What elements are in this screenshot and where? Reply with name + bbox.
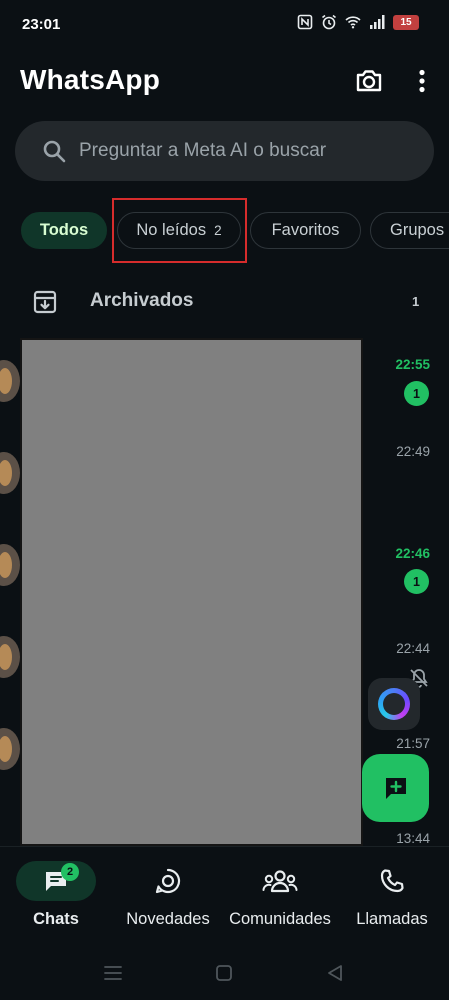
- nav-label: Chats: [33, 910, 79, 928]
- recent-apps-icon[interactable]: [102, 963, 124, 983]
- nav-label: Comunidades: [229, 910, 331, 928]
- nav-item-comunidades[interactable]: Comunidades: [224, 847, 336, 947]
- chat-time: 22:44: [396, 641, 430, 656]
- chip-label: Grupos: [390, 221, 445, 239]
- nav-item-chats[interactable]: 2 Chats: [16, 847, 96, 947]
- system-nav: [0, 946, 449, 1000]
- meta-ai-icon: [378, 688, 410, 720]
- wifi-icon: [345, 16, 361, 29]
- nav-label: Llamadas: [356, 910, 428, 928]
- nav-icon-wrap: [352, 861, 432, 901]
- nav-label: Novedades: [126, 910, 210, 928]
- updates-icon: [155, 868, 181, 894]
- signal-icon: [370, 15, 385, 29]
- archived-label: Archivados: [90, 290, 194, 311]
- home-icon[interactable]: [213, 963, 235, 983]
- avatar: [0, 636, 20, 678]
- new-chat-icon: [385, 778, 406, 799]
- phone-icon: [380, 869, 404, 893]
- avatar: [0, 544, 20, 586]
- archive-icon: [33, 290, 57, 314]
- avatar: [0, 452, 20, 494]
- status-time: 23:01: [22, 16, 61, 33]
- avatar: [0, 360, 20, 402]
- filter-chips: Todos No leídos 2 Favoritos Grupos: [20, 212, 449, 252]
- nav-item-llamadas[interactable]: Llamadas: [349, 847, 435, 947]
- meta-ai-button[interactable]: [368, 678, 420, 730]
- battery-icon: 15: [393, 14, 419, 30]
- search-bar[interactable]: Preguntar a Meta AI o buscar: [15, 121, 434, 181]
- app-title: WhatsApp: [20, 64, 161, 95]
- redacted-region: [20, 338, 363, 846]
- avatar: [0, 728, 20, 770]
- communities-icon: [262, 870, 298, 893]
- chip-count: 2: [214, 223, 222, 238]
- search-icon: [41, 138, 67, 164]
- status-bar: 23:01 15: [0, 0, 449, 50]
- archived-row[interactable]: Archivados 1: [0, 278, 449, 328]
- alarm-icon: [322, 14, 336, 30]
- chat-time: 22:49: [396, 444, 430, 459]
- filter-chip-grupos[interactable]: Grupos: [370, 212, 449, 249]
- nav-icon-wrap: [240, 861, 320, 901]
- unread-badge: 1: [404, 381, 429, 406]
- filter-chip-todos[interactable]: Todos: [21, 212, 107, 249]
- more-vert-icon: [419, 69, 425, 93]
- nav-icon-wrap: [128, 861, 208, 901]
- camera-button[interactable]: [354, 66, 384, 96]
- nav-icon-wrap: 2: [16, 861, 96, 901]
- bottom-nav: 2 Chats Novedades Comunidades Llamadas: [0, 846, 449, 946]
- chip-label: Todos: [39, 221, 89, 239]
- chat-time: 22:55: [395, 357, 430, 372]
- filter-chip-favoritos[interactable]: Favoritos: [250, 212, 361, 249]
- more-options-button[interactable]: [410, 66, 434, 96]
- search-placeholder: Preguntar a Meta AI o buscar: [79, 140, 327, 161]
- new-chat-button[interactable]: [362, 754, 429, 822]
- chat-time: 13:44: [396, 831, 430, 846]
- nfc-icon: [297, 14, 313, 30]
- back-icon[interactable]: [324, 963, 346, 983]
- nav-item-novedades[interactable]: Novedades: [119, 847, 217, 947]
- chat-time: 21:57: [396, 736, 430, 751]
- archived-count: 1: [412, 294, 420, 309]
- nav-badge: 2: [61, 863, 79, 881]
- chat-time: 22:46: [395, 546, 430, 561]
- filter-chip-no-leidos[interactable]: No leídos 2: [117, 212, 241, 249]
- camera-icon: [356, 70, 382, 92]
- chip-label: No leídos: [136, 221, 207, 239]
- chip-label: Favoritos: [271, 221, 340, 239]
- unread-badge: 1: [404, 569, 429, 594]
- status-icons: 15: [297, 14, 419, 30]
